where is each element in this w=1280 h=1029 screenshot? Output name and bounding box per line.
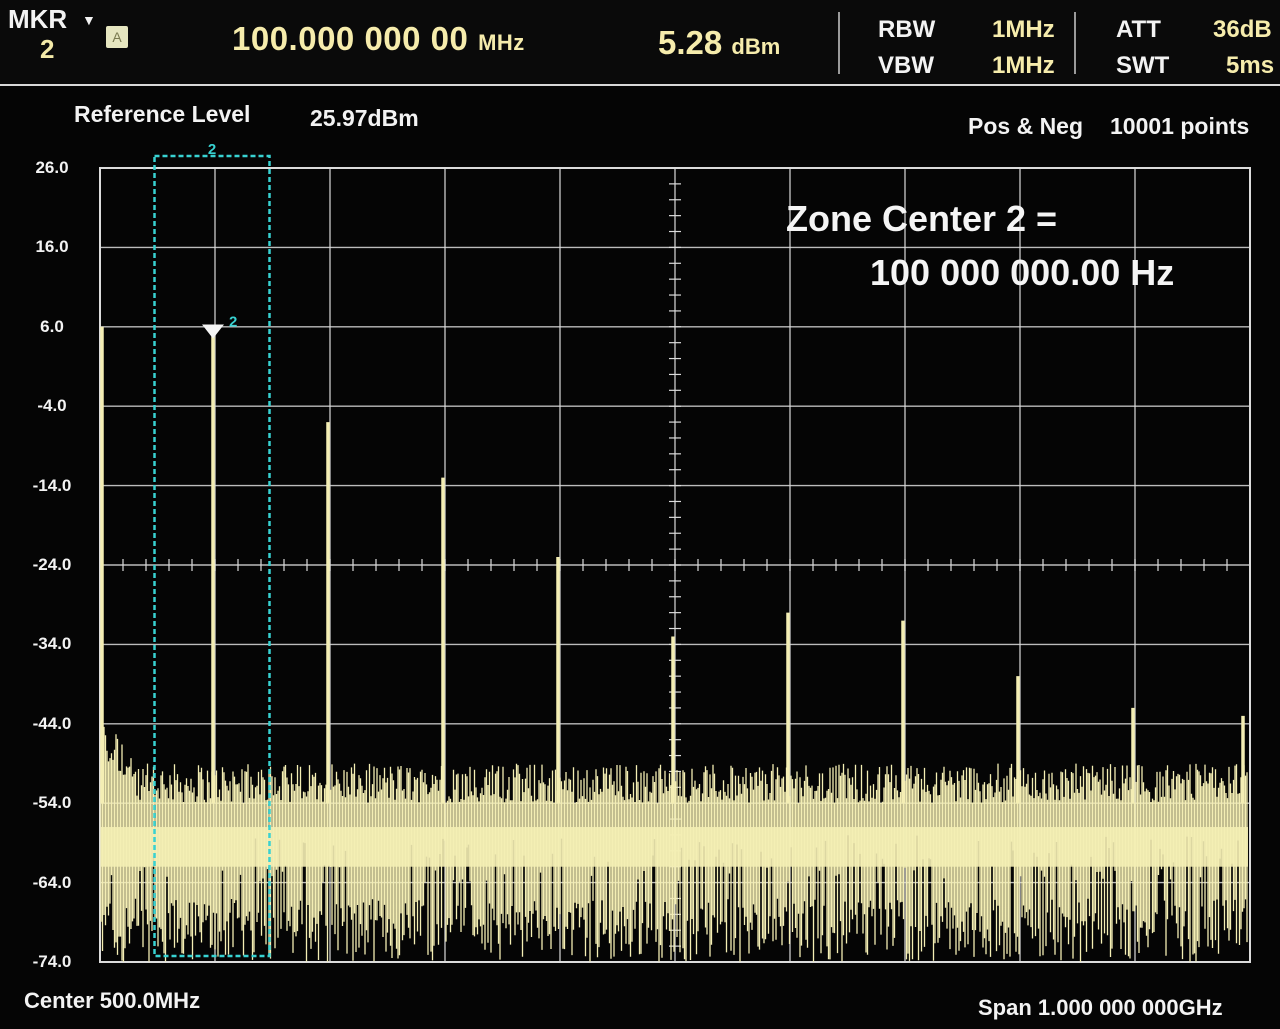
spectrum-plot[interactable]: 2 2 [0, 0, 1280, 1029]
markers: 2 [202, 314, 237, 339]
zone-label: 2 [208, 141, 216, 158]
marker-triangle-icon [202, 324, 224, 339]
center-frequency[interactable]: Center 500.0MHz [24, 988, 200, 1014]
zone-center-frequency: 100 000 000.00 Hz [870, 252, 1175, 293]
span-frequency[interactable]: Span 1.000 000 000GHz [978, 995, 1223, 1021]
noise-band [101, 827, 1248, 867]
marker-label: 2 [229, 314, 237, 331]
zone-center-title: Zone Center 2 = [786, 198, 1058, 239]
